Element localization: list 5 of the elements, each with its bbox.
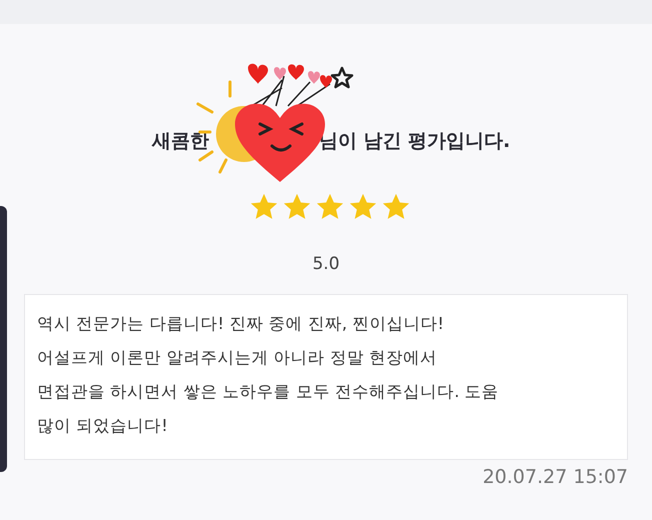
reviewer-title: 님이 남긴 평가입니다. [318,129,510,154]
reviewer-title: 새콤한 [152,129,209,154]
rating-score: 5.0 [311,254,341,274]
review-date: 20.07.27 15:07 [482,466,628,488]
review-text: 역시 전문가는 다릅니다! 진짜 중에 진짜, 찐이십니다! 어설프게 이론만 알려주시는게 아니라 정말 현장에서 면접관을 하시면서 쌓은 노하우를 모두 전수해주십니다. 도움 많이 되었습니다! [24,294,628,460]
